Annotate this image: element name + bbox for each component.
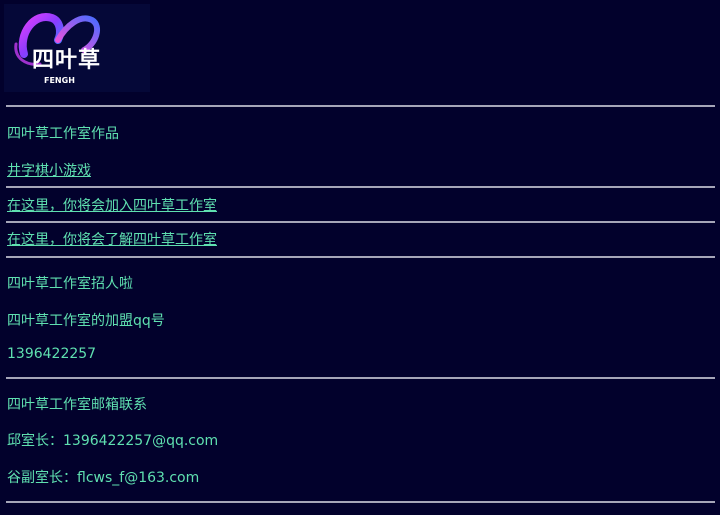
logo-subtitle: FENGH: [44, 76, 75, 85]
divider: [6, 221, 715, 223]
contact-title: 四叶草工作室邮箱联系: [7, 397, 147, 413]
works-heading: 四叶草工作室作品: [7, 126, 119, 142]
qq-label: 四叶草工作室的加盟qq号: [7, 313, 165, 329]
deputy-email: 谷副室长：flcws_f@163.com: [7, 470, 200, 486]
link-join-studio[interactable]: 在这里，你将会加入四叶草工作室: [7, 197, 217, 215]
link-learn-about-studio[interactable]: 在这里，你将会了解四叶草工作室: [7, 231, 217, 249]
divider: [6, 105, 715, 107]
link-tic-tac-toe-game[interactable]: 井字棋小游戏: [7, 162, 91, 180]
divider: [6, 256, 715, 258]
divider: [6, 501, 715, 503]
qq-number: 1396422257: [7, 346, 97, 362]
recruit-title: 四叶草工作室招人啦: [7, 276, 133, 292]
studio-logo: 四叶草 FENGH: [4, 4, 150, 92]
divider: [6, 186, 715, 188]
logo-title: 四叶草: [32, 48, 102, 73]
divider: [6, 377, 715, 379]
chief-email: 邱室长：1396422257@qq.com: [7, 433, 219, 449]
